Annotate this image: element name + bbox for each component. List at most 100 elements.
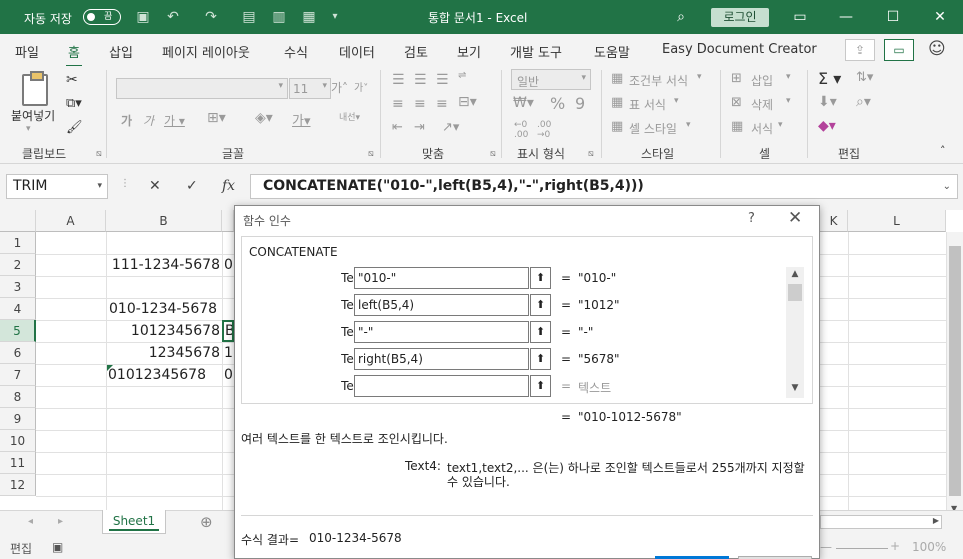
- cut-icon[interactable]: ✂: [66, 72, 78, 88]
- tab-developer[interactable]: 개발 도구: [510, 42, 562, 61]
- align-center-icon[interactable]: ≡: [414, 96, 426, 112]
- row-header[interactable]: 4: [0, 298, 36, 320]
- maximize-icon[interactable]: ☐: [883, 7, 903, 27]
- expand-formula-icon[interactable]: ⌄: [943, 175, 951, 198]
- row-header[interactable]: 6: [0, 342, 36, 364]
- tab-view[interactable]: 보기: [457, 42, 481, 61]
- login-button[interactable]: 로그인: [711, 8, 769, 27]
- align-top-icon[interactable]: ☰: [392, 72, 405, 88]
- cell-b5[interactable]: 1012345678: [108, 320, 220, 342]
- cell-b2[interactable]: 111-1234-5678: [108, 254, 220, 276]
- customize-icon[interactable]: ▾: [326, 8, 344, 26]
- zoom-level[interactable]: 100%: [912, 540, 946, 554]
- scroll-right-icon[interactable]: ▶: [933, 516, 939, 525]
- cell-style-button[interactable]: 셀 스타일: [629, 120, 677, 137]
- scrollbar-thumb[interactable]: [788, 284, 802, 301]
- ribbon-display-icon[interactable]: ▭: [790, 7, 810, 27]
- number-format-select[interactable]: 일반 ▾: [511, 69, 591, 90]
- zoom-slider[interactable]: [836, 548, 888, 549]
- table-format-button[interactable]: 표 서식: [629, 96, 666, 113]
- cell-b7[interactable]: 01012345678: [108, 364, 220, 386]
- tab-help[interactable]: 도움말: [594, 42, 630, 61]
- paste-icon[interactable]: [22, 71, 48, 106]
- tab-data[interactable]: 데이터: [339, 42, 375, 61]
- font-launcher-icon[interactable]: ⧅: [368, 149, 374, 159]
- column-header-b[interactable]: B: [106, 210, 222, 232]
- collapse-dialog-icon[interactable]: ⬆: [530, 348, 551, 370]
- format-painter-icon[interactable]: 🖌: [66, 120, 83, 135]
- close-icon[interactable]: ✕: [788, 208, 802, 228]
- scroll-down-icon[interactable]: ▼: [786, 383, 804, 393]
- print-icon[interactable]: ▦: [300, 8, 318, 26]
- number-launcher-icon[interactable]: ⧅: [588, 149, 594, 159]
- arg-input-text2[interactable]: left(B5,4): [354, 294, 529, 316]
- next-sheet-icon[interactable]: ▸: [58, 516, 63, 527]
- italic-icon[interactable]: 가: [143, 112, 154, 129]
- collapse-ribbon-icon[interactable]: ˄: [940, 144, 946, 157]
- tab-file[interactable]: 파일: [15, 42, 39, 61]
- row-header[interactable]: 8: [0, 386, 36, 408]
- name-box[interactable]: TRIM ▾: [6, 174, 108, 199]
- macro-record-icon[interactable]: ▣: [52, 540, 63, 554]
- formula-input[interactable]: CONCATENATE("010-",left(B5,4),"-",right(…: [250, 174, 958, 199]
- clipboard-launcher-icon[interactable]: ⧅: [96, 149, 102, 159]
- row-header[interactable]: 3: [0, 276, 36, 298]
- save-icon[interactable]: ▣: [134, 8, 152, 26]
- tab-insert[interactable]: 삽입: [109, 42, 133, 61]
- fill-color-icon[interactable]: ◈▾: [255, 110, 273, 126]
- autosave-toggle[interactable]: 끔: [83, 9, 121, 25]
- scrollbar-thumb[interactable]: [949, 246, 961, 496]
- vertical-scrollbar[interactable]: ▼: [946, 232, 963, 513]
- cell-c7[interactable]: 0: [224, 364, 234, 386]
- paste-button[interactable]: 붙여넣기: [11, 107, 55, 124]
- collapse-dialog-icon[interactable]: ⬆: [530, 375, 551, 397]
- autosum-icon[interactable]: Σ ▾: [818, 69, 841, 88]
- wrap-text-icon[interactable]: ⇌: [458, 70, 466, 81]
- shrink-font-icon[interactable]: 가˅: [354, 79, 368, 94]
- insert-function-icon[interactable]: fx: [222, 178, 235, 194]
- arg-input-text4[interactable]: right(B5,4): [354, 348, 529, 370]
- redo-icon[interactable]: ↷: [202, 8, 220, 26]
- phonetic-icon[interactable]: 내선▾: [339, 110, 360, 123]
- font-size-select[interactable]: 11 ▾: [289, 78, 331, 99]
- help-button[interactable]: ?: [748, 211, 755, 226]
- clear-icon[interactable]: ◆▾: [818, 118, 836, 134]
- align-middle-icon[interactable]: ☰: [414, 72, 427, 88]
- sort-filter-icon[interactable]: ⇅▾: [856, 70, 873, 85]
- layout-icon[interactable]: ▥: [270, 8, 288, 26]
- merge-center-icon[interactable]: ⊟▾: [458, 94, 477, 110]
- row-header[interactable]: 9: [0, 408, 36, 430]
- add-sheet-icon[interactable]: ⊕: [200, 513, 213, 531]
- arg-input-text1[interactable]: "010-": [354, 267, 529, 289]
- percent-icon[interactable]: %: [550, 94, 565, 113]
- undo-icon[interactable]: ↶: [164, 8, 182, 26]
- column-header-c[interactable]: [222, 210, 234, 232]
- select-all-corner[interactable]: [0, 210, 36, 232]
- decrease-indent-icon[interactable]: ⇤: [392, 120, 403, 135]
- feedback-icon[interactable]: ☺: [928, 39, 946, 59]
- align-right-icon[interactable]: ≡: [436, 96, 448, 112]
- copy-icon[interactable]: ⧉▾: [66, 96, 82, 111]
- row-header[interactable]: 2: [0, 254, 36, 276]
- sheet-tab[interactable]: Sheet1: [102, 510, 166, 534]
- row-header[interactable]: 11: [0, 452, 36, 474]
- tab-home[interactable]: 홈: [66, 42, 82, 68]
- orientation-icon[interactable]: ↗▾: [442, 120, 459, 135]
- decrease-decimal-icon[interactable]: .00 →0: [537, 120, 551, 140]
- cell-b6[interactable]: 12345678: [108, 342, 220, 364]
- currency-icon[interactable]: ₩▾: [513, 95, 534, 111]
- delete-cells-button[interactable]: 삭제: [751, 96, 773, 113]
- enter-icon[interactable]: ✓: [186, 178, 198, 194]
- row-header[interactable]: 5: [0, 320, 36, 342]
- form-icon[interactable]: ▤: [240, 8, 258, 26]
- arg-input-text5[interactable]: [354, 375, 529, 397]
- row-header[interactable]: 7: [0, 364, 36, 386]
- scroll-up-icon[interactable]: ▲: [786, 269, 804, 279]
- prev-sheet-icon[interactable]: ◂: [28, 516, 33, 527]
- cancel-icon[interactable]: ✕: [149, 178, 161, 194]
- share-icon[interactable]: ⇪: [845, 39, 875, 61]
- font-name-select[interactable]: ▾: [116, 78, 288, 99]
- close-icon[interactable]: ✕: [930, 7, 950, 27]
- cell-c2[interactable]: 0: [224, 254, 234, 276]
- collapse-dialog-icon[interactable]: ⬆: [530, 321, 551, 343]
